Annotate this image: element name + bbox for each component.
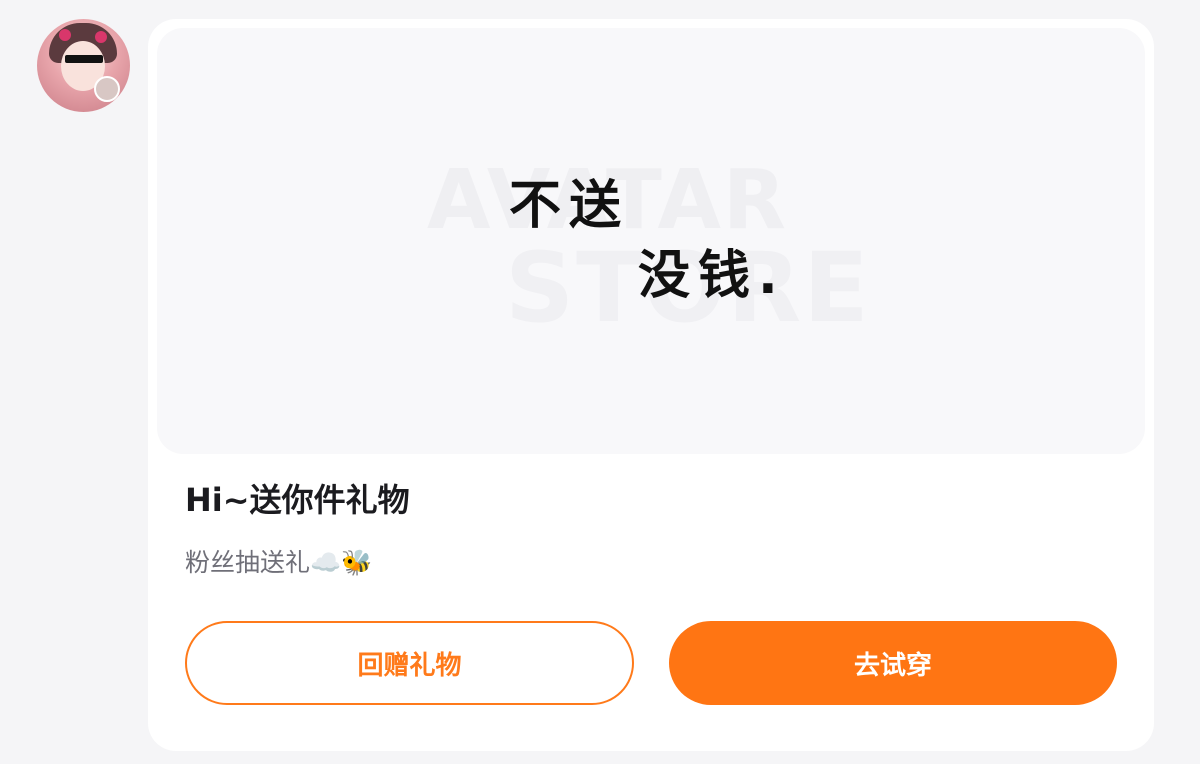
sender-avatar[interactable] [37, 19, 130, 112]
hair-flower-icon [59, 29, 71, 41]
secondary-avatar-icon [94, 76, 120, 102]
try-on-button[interactable]: 去试穿 [669, 621, 1117, 705]
preview-text-line-2: 没钱. [638, 246, 786, 306]
sunglasses-icon [65, 55, 103, 63]
return-gift-button[interactable]: 回赠礼物 [185, 621, 634, 705]
hair-flower-icon [95, 31, 107, 43]
gift-preview-image[interactable]: AVATAR STORE 不送 没钱. [157, 28, 1145, 454]
gift-message-page: AVATAR STORE 不送 没钱. Hi~送你件礼物 粉丝抽送礼☁️🐝 回赠… [0, 0, 1200, 764]
gift-card: AVATAR STORE 不送 没钱. Hi~送你件礼物 粉丝抽送礼☁️🐝 回赠… [148, 19, 1154, 751]
preview-text-line-1: 不送 [509, 176, 630, 236]
gift-subtitle: 粉丝抽送礼☁️🐝 [185, 548, 373, 577]
gift-title: Hi~送你件礼物 [185, 481, 410, 519]
